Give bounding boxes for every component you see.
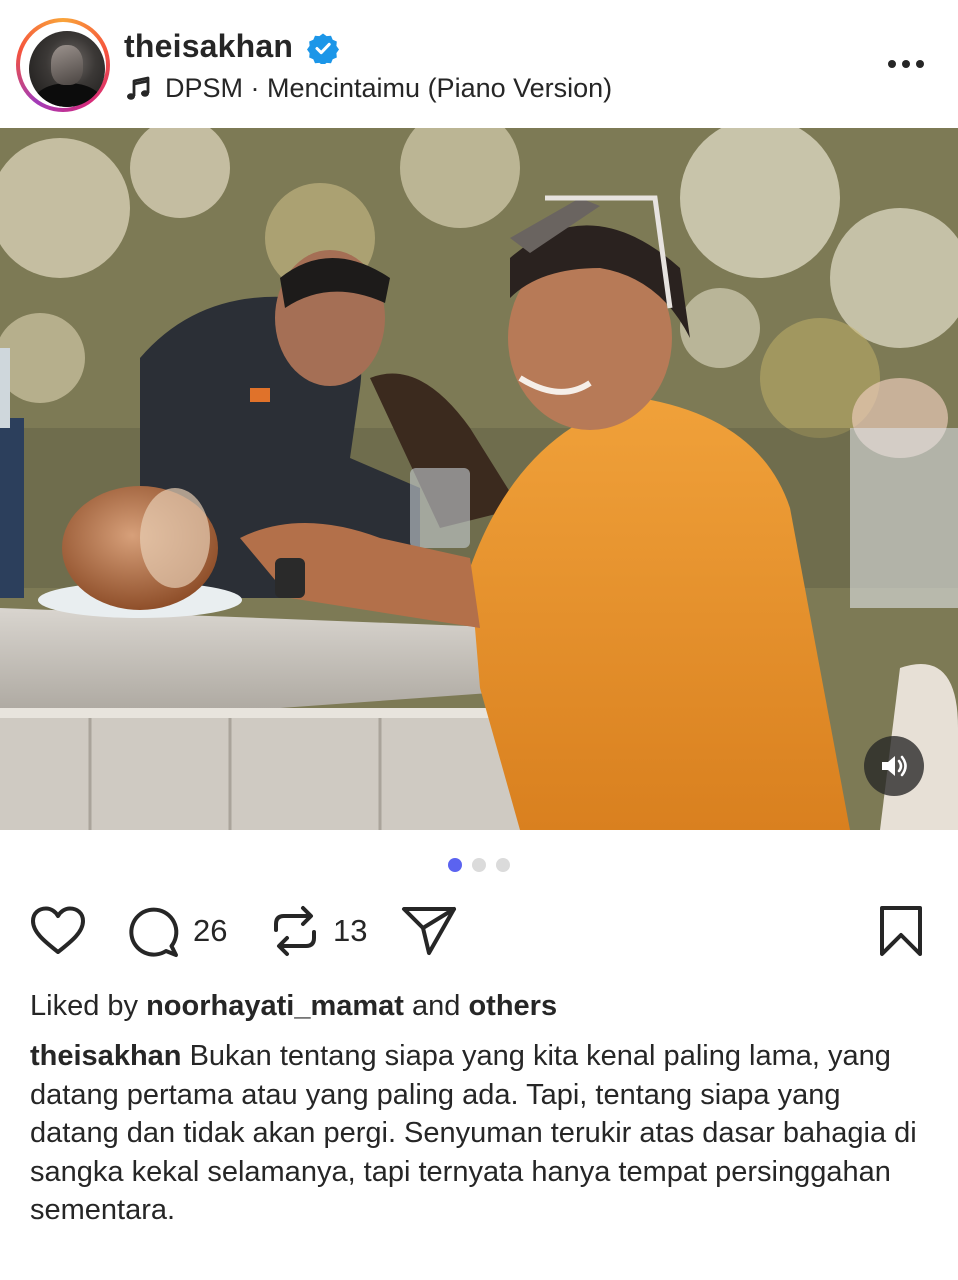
avatar[interactable]: [16, 18, 110, 112]
comment-count: 26: [193, 913, 228, 948]
carousel-dot-1: [448, 858, 462, 872]
sound-toggle-button[interactable]: [864, 736, 924, 796]
likes-joiner: and: [412, 990, 461, 1022]
post-header: theisakhan DPSM · Mencintaimu (Piano Ver…: [0, 0, 958, 128]
photo-illustration: [0, 128, 958, 830]
share-icon[interactable]: [400, 905, 458, 957]
carousel-dot-2: [472, 858, 486, 872]
likes-prefix: Liked by: [30, 990, 139, 1022]
comment-icon[interactable]: [126, 905, 180, 959]
music-note-icon: [127, 76, 150, 100]
caption-username[interactable]: theisakhan: [30, 1040, 182, 1072]
liked-by-user[interactable]: noorhayati_mamat: [146, 990, 404, 1022]
verified-badge-icon: [307, 33, 339, 64]
carousel-dot-3: [496, 858, 510, 872]
more-options-icon[interactable]: [886, 56, 926, 74]
bookmark-icon[interactable]: [878, 905, 924, 957]
username[interactable]: theisakhan: [124, 28, 293, 65]
repost-count: 13: [333, 913, 368, 948]
liked-by-others[interactable]: others: [468, 990, 557, 1022]
repost-icon[interactable]: [270, 904, 320, 958]
likes-summary: Liked by noorhayati_mamat and others: [30, 990, 557, 1023]
speaker-icon: [882, 755, 907, 777]
avatar-photo: [29, 31, 105, 107]
audio-track-link[interactable]: DPSM · Mencintaimu (Piano Version): [165, 73, 612, 104]
post-caption: theisakhan Bukan tentang siapa yang kita…: [30, 1037, 930, 1230]
heart-icon[interactable]: [30, 906, 86, 956]
post-photo[interactable]: [0, 128, 958, 830]
